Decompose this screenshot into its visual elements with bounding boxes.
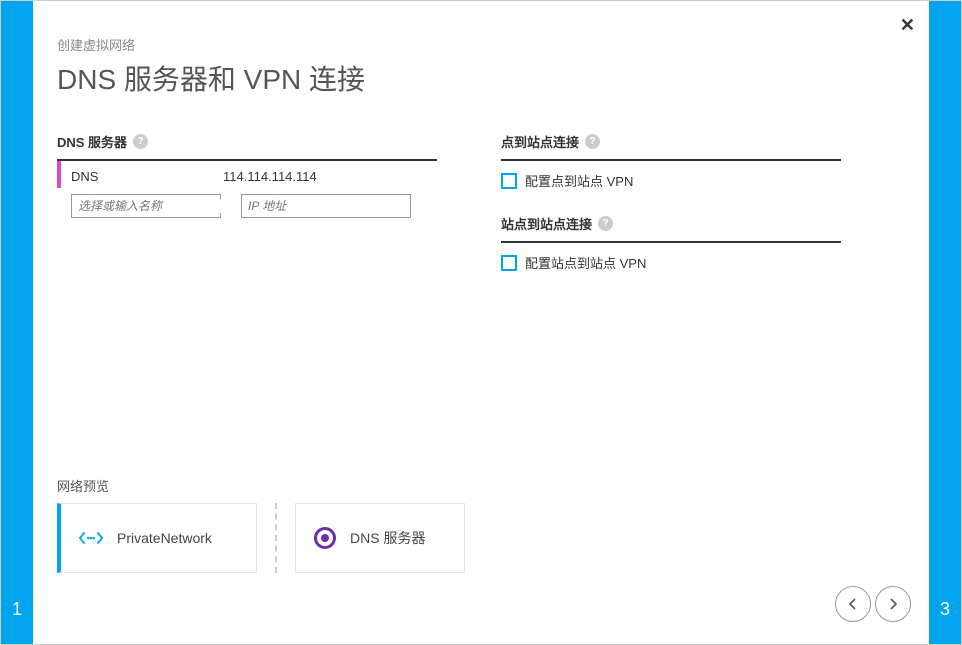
preview-label: 网络预览: [57, 476, 905, 495]
back-button[interactable]: [835, 586, 871, 622]
s2s-section-label: 站点到站点连接: [501, 214, 592, 233]
preview-network-label: PrivateNetwork: [117, 530, 212, 546]
s2s-checkbox-label: 配置站点到站点 VPN: [525, 253, 646, 272]
s2s-checkbox-row[interactable]: 配置站点到站点 VPN: [501, 243, 841, 286]
help-icon[interactable]: ?: [585, 134, 600, 149]
network-icon: [79, 526, 103, 550]
next-button[interactable]: [875, 586, 911, 622]
preview-card-dns[interactable]: DNS 服务器: [295, 503, 465, 573]
dns-table: DNS 114.114.114.114: [57, 159, 437, 224]
dns-name-combo[interactable]: [71, 194, 221, 218]
preview-row: PrivateNetwork DNS 服务器: [57, 503, 905, 573]
preview-divider: [275, 503, 277, 573]
help-icon[interactable]: ?: [133, 134, 148, 149]
dns-entry-ip: 114.114.114.114: [223, 169, 431, 184]
s2s-section-title: 站点到站点连接 ?: [501, 214, 841, 243]
wizard-left-bar: 1: [1, 1, 33, 644]
p2s-checkbox-row[interactable]: 配置点到站点 VPN: [501, 161, 841, 204]
dns-input-row: [57, 188, 437, 224]
dns-entry-name: DNS: [71, 169, 223, 184]
target-icon: [314, 527, 336, 549]
breadcrumb: 创建虚拟网络: [57, 35, 905, 54]
wizard-right-bar: 3: [929, 1, 961, 644]
page-title: DNS 服务器和 VPN 连接: [57, 58, 905, 98]
nav-buttons: [835, 586, 911, 622]
wizard-step-right: 3: [929, 599, 961, 620]
dns-section-title: DNS 服务器 ?: [57, 132, 437, 159]
dns-section-label: DNS 服务器: [57, 132, 127, 151]
help-icon[interactable]: ?: [598, 216, 613, 231]
wizard-step-left: 1: [1, 599, 33, 620]
p2s-checkbox[interactable]: [501, 173, 517, 189]
p2s-section-title: 点到站点连接 ?: [501, 132, 841, 161]
dns-entry-row[interactable]: DNS 114.114.114.114: [57, 161, 437, 188]
s2s-checkbox[interactable]: [501, 255, 517, 271]
dns-name-input[interactable]: [72, 199, 241, 213]
p2s-section-label: 点到站点连接: [501, 132, 579, 151]
close-icon[interactable]: ✕: [900, 15, 915, 36]
dns-ip-input[interactable]: [241, 194, 411, 218]
p2s-checkbox-label: 配置点到站点 VPN: [525, 171, 633, 190]
preview-card-network[interactable]: PrivateNetwork: [57, 503, 257, 573]
preview-dns-label: DNS 服务器: [350, 528, 425, 548]
